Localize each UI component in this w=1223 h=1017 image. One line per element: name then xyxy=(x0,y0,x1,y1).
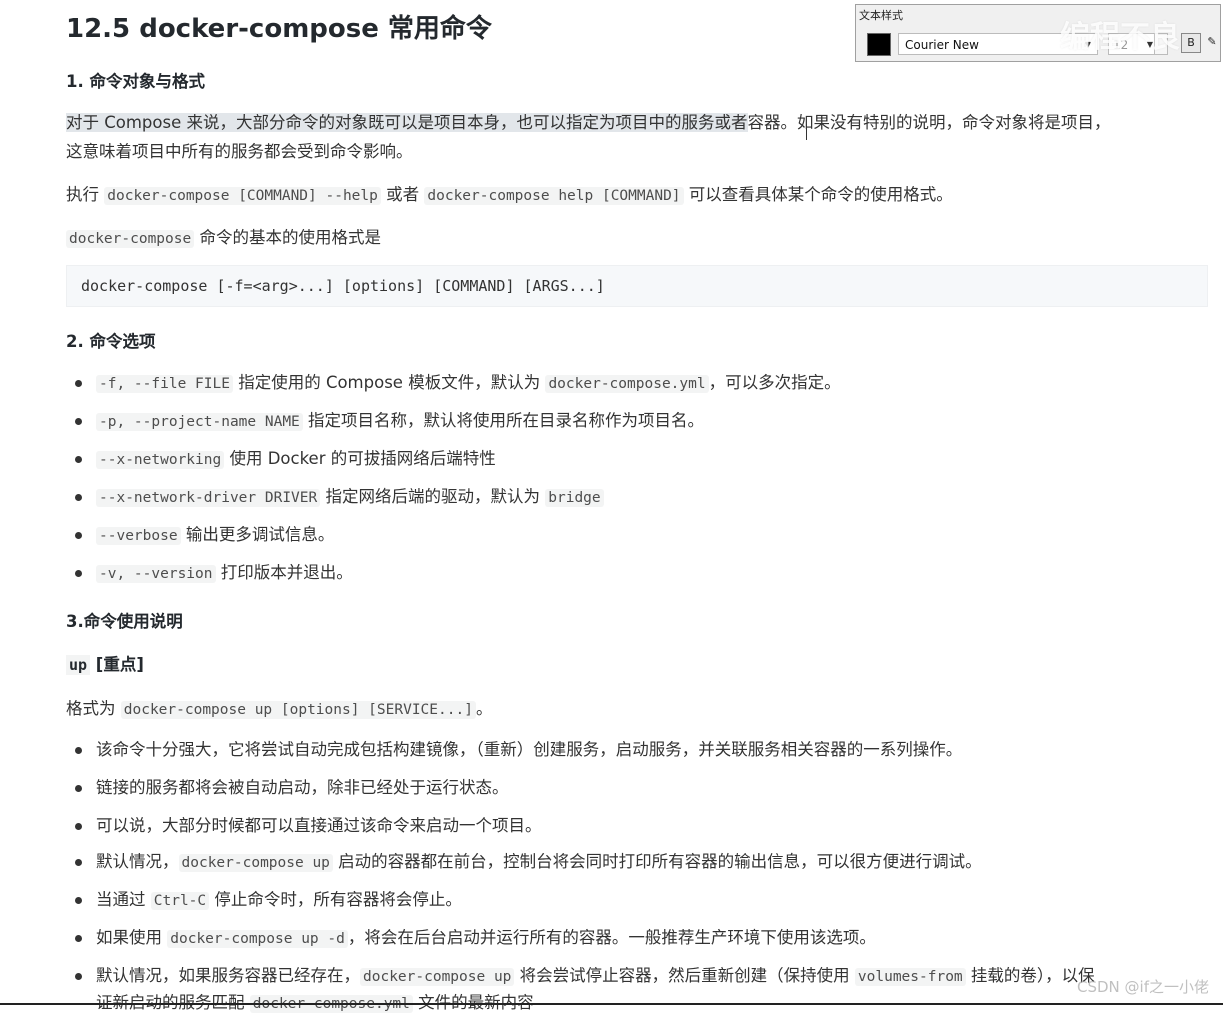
list-item: 该命令十分强大，它将尝试自动完成包括构建镜像，（重新）创建服务，启动服务，并关联… xyxy=(74,737,962,763)
color-swatch-button[interactable] xyxy=(867,33,891,56)
list-item: 默认情况， docker-compose up 启动的容器都在前台，控制台将会同时… xyxy=(75,849,982,876)
list-item: --x-network-driver DRIVER 指定网络后端的驱动，默认为 … xyxy=(75,484,604,511)
pen-icon[interactable]: ✎ xyxy=(1202,33,1222,53)
toolbar-title: 文本样式 xyxy=(859,9,903,22)
subsection-heading-up: up [重点] xyxy=(66,651,144,675)
inline-code: docker-compose help [COMMAND] xyxy=(424,187,684,205)
watermark-bottom: CSDN @if之一小佬 xyxy=(1077,978,1209,996)
paragraph-usage: docker-compose 命令的基本的使用格式是 xyxy=(66,223,381,254)
watermark-top: 编程不良 xyxy=(1060,20,1180,55)
list-item: -v, --version 打印版本并退出。 xyxy=(75,560,353,587)
list-item: -p, --project-name NAME 指定项目名称，默认将使用所在目录… xyxy=(74,408,704,435)
code-block[interactable]: docker-compose [-f=<arg>...] [options] [… xyxy=(66,265,1208,307)
list-item: -f, --file FILE 指定使用的 Compose 模板文件，默认为 d… xyxy=(75,370,841,397)
paragraph-help: 执行 docker-compose [COMMAND] --help 或者 do… xyxy=(66,185,953,205)
paragraph-format: 格式为 docker-compose up [options] [SERVICE… xyxy=(66,699,493,719)
list-item: --x-networking 使用 Docker 的可拔插网络后端特性 xyxy=(75,446,496,473)
page-title: 12.5 docker-compose 常用命令 xyxy=(66,14,492,44)
list-item: 当通过 Ctrl-C 停止命令时，所有容器将会停止。 xyxy=(75,887,462,914)
section-heading-1: 1. 命令对象与格式 xyxy=(66,72,205,91)
list-item: 如果使用 docker-compose up -d ，将会在后台启动并运行所有的容… xyxy=(75,925,876,952)
list-item: 可以说，大部分时候都可以直接通过该命令来启动一个项目。 xyxy=(75,813,542,839)
list-item: --verbose 输出更多调试信息。 xyxy=(74,522,334,549)
section-heading-3: 3.命令使用说明 xyxy=(66,612,183,631)
inline-code: docker-compose [COMMAND] --help xyxy=(104,187,381,205)
inline-code: docker-compose up [options] [SERVICE...] xyxy=(120,701,476,719)
text-cursor-icon xyxy=(806,124,809,140)
bold-format-button[interactable]: B xyxy=(1181,33,1201,53)
list-item: 默认情况，如果服务容器已经存在， docker-compose up 将会尝试停止… xyxy=(75,963,1095,1017)
list-item: 链接的服务都将会被自动启动，除非已经处于运行状态。 xyxy=(75,775,509,801)
paragraph-intro: 对于 Compose 来说，大部分命令的对象既可以是项目本身，也可以指定为项目中… xyxy=(66,113,1111,161)
selected-text[interactable]: 对于 Compose 来说，大部分命令的对象既可以是项目本身，也可以指定为项目中… xyxy=(66,113,748,132)
section-heading-2: 2. 命令选项 xyxy=(66,332,156,351)
inline-code: docker-compose xyxy=(66,230,195,248)
